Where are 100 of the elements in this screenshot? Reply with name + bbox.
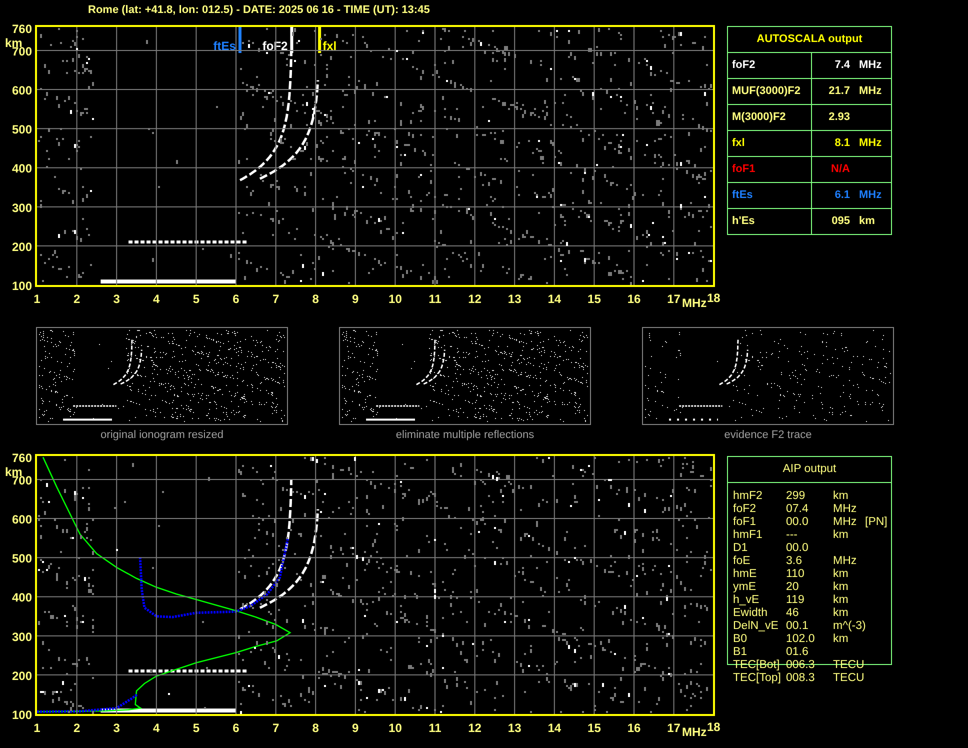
- axis-tick-label: 2: [73, 721, 80, 735]
- marker-label: ftEs: [213, 39, 236, 53]
- unit-label: MHz: [833, 516, 858, 529]
- axis-tick-label: 400: [12, 162, 32, 176]
- axis-tick-label: 11: [428, 292, 442, 306]
- axis-tick-label: 100: [12, 708, 32, 722]
- axis-tick-label: 13: [508, 721, 522, 735]
- axis-tick-label: 600: [12, 512, 32, 527]
- unit-label: MHz: [859, 58, 882, 73]
- parameter-name: h_vE: [733, 594, 760, 607]
- parameter-name: foF2: [733, 503, 758, 516]
- parameter-name: B0: [733, 633, 748, 646]
- unit-label: MHz: [859, 188, 882, 203]
- unit-label: km: [833, 633, 850, 646]
- axis-tick-label: 1: [34, 292, 40, 306]
- axis-tick-label: 14: [548, 292, 562, 306]
- axis-unit-label: MHz: [682, 725, 707, 739]
- parameter-note: [PN]: [865, 516, 888, 529]
- parameter-value: 110: [786, 568, 806, 581]
- parameter-value: 07.4: [786, 503, 810, 516]
- parameter-value: 119: [786, 594, 806, 607]
- parameter-value: 00.1: [786, 620, 810, 633]
- axis-tick-label: 7: [272, 292, 280, 306]
- axis-tick-label: 8: [312, 721, 319, 735]
- axis-tick-label: 500: [12, 552, 32, 566]
- axis-tick-label: 16: [627, 292, 641, 306]
- table-title: AIP output: [728, 457, 891, 483]
- axis-tick-label: 9: [352, 292, 359, 306]
- marker-label: fxl: [322, 39, 337, 53]
- axis-tick-label: 11: [428, 721, 442, 735]
- parameter-name: foF1: [733, 516, 758, 529]
- unit-label: TECU: [833, 672, 865, 685]
- unit-label: km: [859, 214, 875, 229]
- axis-tick-label: 9: [352, 721, 359, 735]
- parameter-value: 01.6: [786, 646, 810, 659]
- parameter-name: B1: [733, 646, 748, 659]
- parameter-name: fxl: [732, 137, 745, 149]
- parameter-name: foF1: [732, 163, 756, 175]
- axis-tick-label: 6: [232, 721, 240, 735]
- parameter-name: M(3000)F2: [732, 111, 786, 123]
- parameter-name: hmE: [733, 568, 758, 581]
- parameter-name: foE: [733, 555, 752, 568]
- axis-tick-label: 6: [232, 292, 240, 306]
- axis-tick-label: 500: [12, 122, 32, 137]
- axis-tick-label: 14: [548, 721, 562, 735]
- axis-tick-label: 18: [707, 291, 720, 305]
- unit-label: km: [833, 529, 850, 542]
- parameter-value: 3.6: [786, 555, 803, 568]
- axis-tick-label: 4: [153, 721, 160, 735]
- unit-label: km: [833, 581, 850, 594]
- parameter-name: MUF(3000)F2: [732, 85, 800, 97]
- parameter-value: 20: [786, 581, 800, 594]
- parameter-value: 00.0: [786, 542, 810, 555]
- parameter-name: h'Es: [732, 215, 755, 227]
- axis-tick-label: 200: [12, 240, 32, 254]
- unit-label: km: [833, 594, 850, 607]
- axis-tick-label: 400: [12, 590, 32, 605]
- axis-tick-label: 200: [12, 668, 32, 683]
- unit-label: MHz: [833, 503, 858, 516]
- parameter-value: N/A: [830, 162, 850, 177]
- parameter-name: D1: [733, 542, 749, 555]
- parameter-value: 00.0: [786, 516, 810, 529]
- axis-tick-label: 100: [12, 279, 32, 293]
- axis-tick-label: 760: [12, 450, 32, 465]
- axis-tick-label: 17: [667, 721, 680, 735]
- parameter-name: foF2: [732, 59, 756, 71]
- axis-tick-label: 5: [192, 721, 200, 735]
- unit-label: MHz: [859, 84, 882, 99]
- parameter-name: hmF1: [733, 529, 764, 542]
- axis-tick-label: 8: [312, 292, 319, 306]
- parameter-value: 6.1: [834, 188, 850, 203]
- axis-unit-label: MHz: [682, 296, 707, 310]
- unit-label: MHz: [859, 136, 882, 151]
- parameter-name: ymE: [733, 581, 757, 594]
- axis-tick-label: 2: [73, 292, 80, 306]
- axis-tick-label: 300: [12, 630, 32, 644]
- parameter-value: 299: [786, 490, 806, 503]
- unit-label: MHz: [833, 555, 858, 568]
- parameter-name: ftEs: [732, 189, 753, 201]
- axis-tick-label: 5: [192, 292, 200, 306]
- unit-label: km: [833, 607, 850, 620]
- axis-tick-label: 760: [12, 22, 32, 36]
- parameter-value: 8.1: [834, 136, 850, 151]
- parameter-name: DelN_vE: [733, 620, 780, 633]
- axis-tick-label: 15: [588, 292, 601, 306]
- parameter-value: 46: [786, 607, 800, 620]
- station-title: Rome (lat: +41.8, lon: 012.5) - DATE: 2025 06 16 - TIME (UT): 13:45: [88, 4, 430, 16]
- axis-tick-label: 16: [627, 721, 641, 735]
- axis-tick-label: 17: [667, 292, 680, 306]
- axis-tick-label: 10: [388, 721, 402, 735]
- thumbnail-caption: evidence F2 trace: [724, 429, 812, 441]
- parameter-value: ---: [786, 529, 798, 542]
- unit-label: km: [833, 568, 850, 581]
- axis-tick-label: 600: [12, 84, 32, 98]
- unit-label: m^(-3): [833, 620, 865, 633]
- axis-tick-label: 3: [113, 721, 120, 735]
- axis-tick-label: 12: [468, 292, 482, 306]
- axis-tick-label: 4: [153, 292, 160, 306]
- parameter-value: 095: [830, 214, 850, 229]
- axis-tick-label: 3: [113, 292, 120, 306]
